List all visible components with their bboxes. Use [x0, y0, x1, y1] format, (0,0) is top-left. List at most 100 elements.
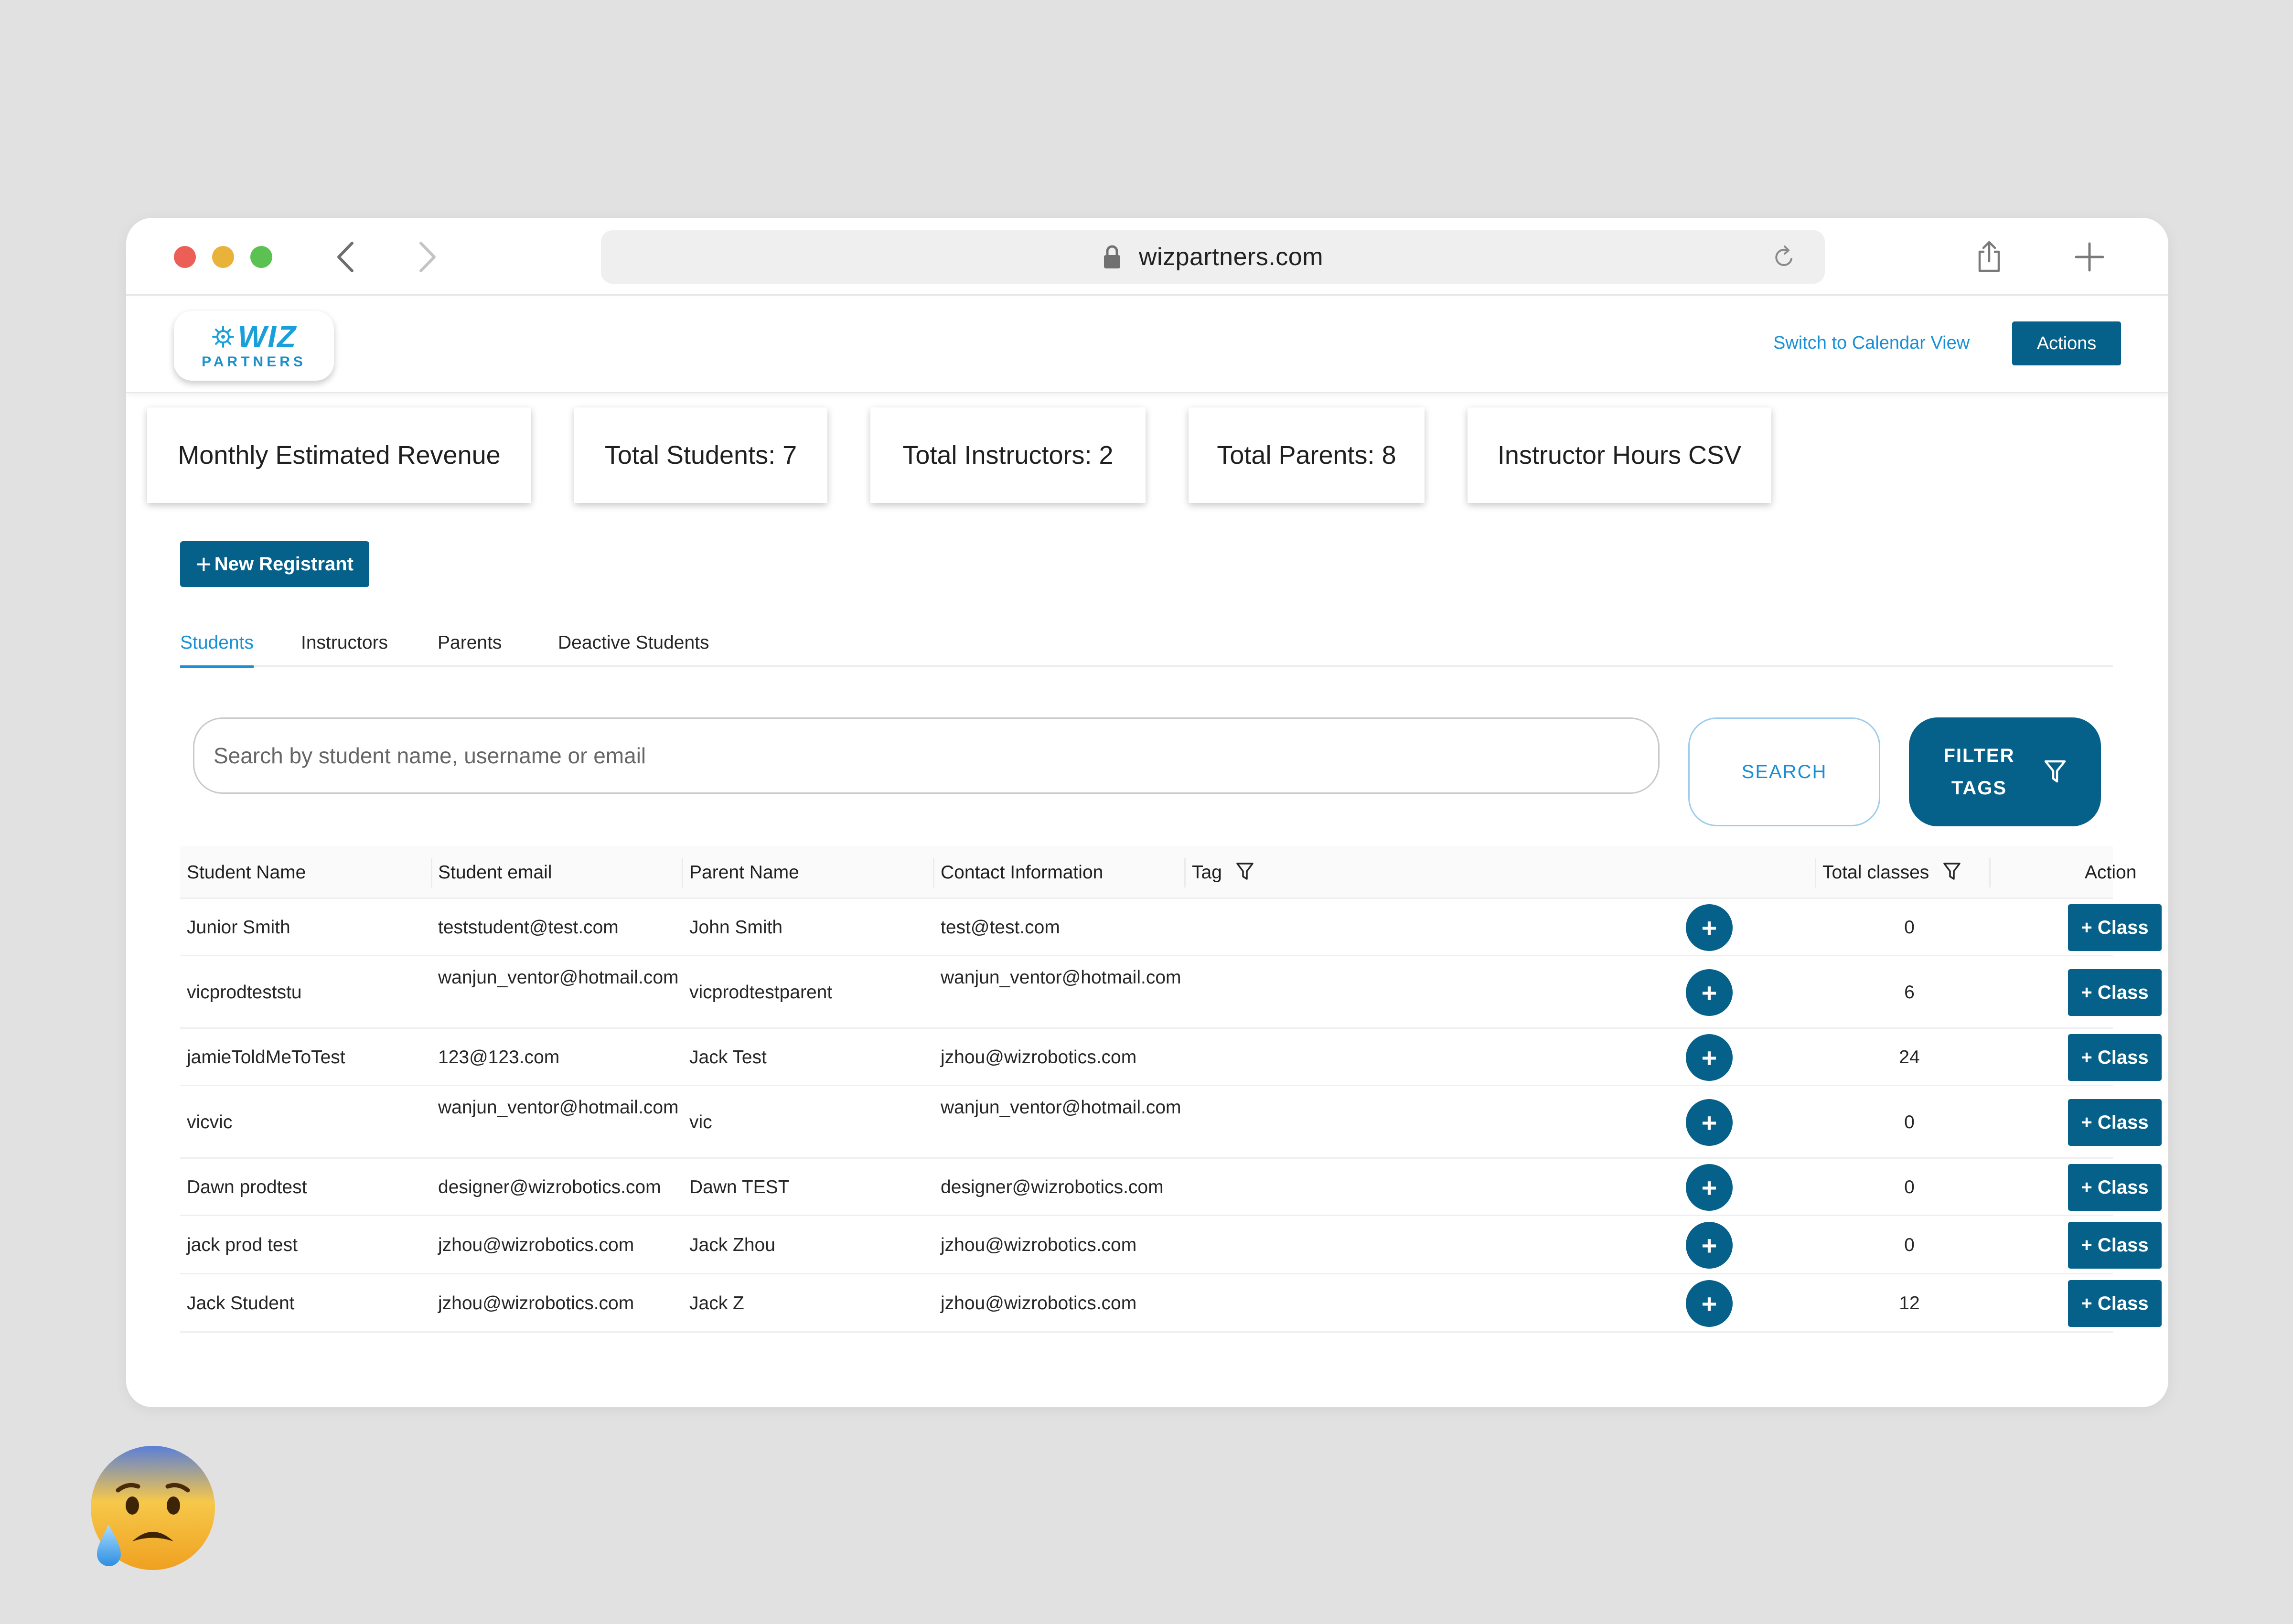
total-classes-cell: 0 — [1904, 1112, 1915, 1133]
column-header-total-classes: Total classes — [1822, 846, 1961, 899]
add-tag-button[interactable]: + — [1686, 1164, 1733, 1211]
student-name-cell: Dawn prodtest — [187, 1177, 307, 1197]
stat-card-parents[interactable]: Total Parents: 8 — [1189, 407, 1425, 503]
filter-tags-button[interactable]: FILTER TAGS — [1909, 717, 2101, 826]
student-email-cell: 123@123.com — [438, 1047, 560, 1068]
table-row: vicvic wanjun_ventor@hotmail.com vic wan… — [180, 1086, 2162, 1159]
new-registrant-label: New Registrant — [214, 553, 354, 575]
stat-card-instructor-hours-csv[interactable]: Instructor Hours CSV — [1468, 407, 1771, 503]
parent-name-cell: Jack Zhou — [689, 1235, 775, 1255]
student-email-cell: jzhou@wizrobotics.com — [438, 1235, 634, 1255]
add-tag-button[interactable]: + — [1686, 1280, 1733, 1327]
add-class-button[interactable]: + Class — [2068, 1034, 2162, 1081]
browser-window: wizpartners.com WIZ PARTNERS Switch to C… — [126, 218, 2168, 1407]
contact-information-cell: jzhou@wizrobotics.com — [941, 1047, 1137, 1068]
new-tab-button[interactable] — [2070, 238, 2109, 276]
student-name-cell: Junior Smith — [187, 917, 290, 938]
parent-name-cell: Dawn TEST — [689, 1177, 790, 1197]
student-email-cell: wanjun_ventor@hotmail.com — [438, 967, 679, 988]
table-row: Dawn prodtest designer@wizrobotics.com D… — [180, 1159, 2162, 1216]
chevron-left-icon — [337, 242, 354, 272]
lock-icon — [1104, 245, 1120, 268]
filter-icon[interactable] — [1236, 862, 1254, 881]
student-email-cell: teststudent@test.com — [438, 917, 619, 938]
add-tag-button[interactable]: + — [1686, 904, 1733, 951]
contact-information-cell: wanjun_ventor@hotmail.com — [941, 1097, 1181, 1118]
stat-card-instructors[interactable]: Total Instructors: 2 — [870, 407, 1146, 503]
contact-information-cell: wanjun_ventor@hotmail.com — [941, 967, 1181, 988]
column-divider — [1989, 858, 1991, 887]
logo-wordmark: WIZ — [237, 320, 297, 354]
new-tab-icon — [2075, 242, 2104, 272]
reload-icon[interactable] — [1772, 245, 1796, 269]
column-divider — [431, 858, 432, 887]
new-registrant-button[interactable]: + New Registrant — [180, 541, 369, 587]
add-tag-button[interactable]: + — [1686, 969, 1733, 1016]
zoom-window-button[interactable] — [250, 246, 272, 268]
table-row: vicprodteststu wanjun_ventor@hotmail.com… — [180, 956, 2162, 1029]
add-class-button[interactable]: + Class — [2068, 904, 2162, 951]
column-header-student-email: Student email — [438, 862, 552, 883]
parent-name-cell: vic — [689, 1112, 712, 1133]
robot-logo-icon — [212, 326, 234, 348]
add-class-button[interactable]: + Class — [2068, 1164, 2162, 1211]
search-button[interactable]: SEARCH — [1688, 717, 1880, 826]
total-classes-cell: 0 — [1904, 917, 1915, 938]
contact-information-cell: test@test.com — [941, 917, 1060, 938]
minimize-window-button[interactable] — [212, 246, 234, 268]
switch-to-calendar-link[interactable]: Switch to Calendar View — [1773, 333, 1970, 353]
search-input[interactable] — [193, 717, 1660, 794]
tab-parents[interactable]: Parents — [438, 629, 502, 667]
total-classes-cell: 0 — [1904, 1177, 1915, 1197]
add-tag-button[interactable]: + — [1686, 1034, 1733, 1081]
filter-tags-label-line1: FILTER — [1943, 745, 2015, 766]
close-window-button[interactable] — [174, 246, 196, 268]
column-header-parent-name: Parent Name — [689, 862, 799, 883]
actions-button[interactable]: Actions — [2012, 321, 2121, 365]
address-bar[interactable]: wizpartners.com — [601, 230, 1825, 284]
table-header: Student Name Student email Parent Name C… — [180, 846, 2136, 899]
add-class-button[interactable]: + Class — [2068, 1099, 2162, 1146]
browser-toolbar: wizpartners.com — [126, 218, 2168, 296]
add-tag-button[interactable]: + — [1686, 1099, 1733, 1146]
parent-name-cell: John Smith — [689, 917, 783, 938]
student-name-cell: Jack Student — [187, 1293, 295, 1314]
student-email-cell: jzhou@wizrobotics.com — [438, 1293, 634, 1314]
table-row: jack prod test jzhou@wizrobotics.com Jac… — [180, 1216, 2162, 1274]
tab-bar: Students Instructors Parents Deactive St… — [180, 629, 2113, 668]
total-classes-cell: 6 — [1904, 982, 1915, 1003]
table-row: Junior Smith teststudent@test.com John S… — [180, 899, 2162, 956]
tab-students[interactable]: Students — [180, 629, 254, 668]
total-classes-cell: 24 — [1899, 1047, 1920, 1068]
stat-card-revenue[interactable]: Monthly Estimated Revenue — [147, 407, 531, 503]
add-class-button[interactable]: + Class — [2068, 969, 2162, 1016]
filter-icon — [2044, 760, 2066, 783]
back-button[interactable] — [327, 238, 365, 276]
add-class-button[interactable]: + Class — [2068, 1222, 2162, 1269]
column-header-student-name: Student Name — [187, 862, 306, 883]
forward-button[interactable] — [408, 238, 446, 276]
student-name-cell: jamieToldMeToTest — [187, 1047, 345, 1068]
column-header-action: Action — [2085, 862, 2137, 883]
parent-name-cell: Jack Test — [689, 1047, 767, 1068]
add-class-button[interactable]: + Class — [2068, 1280, 2162, 1327]
student-name-cell: vicvic — [187, 1112, 233, 1133]
share-button[interactable] — [1970, 238, 2008, 276]
column-divider — [1815, 858, 1816, 887]
filter-icon[interactable] — [1943, 862, 1961, 881]
contact-information-cell: jzhou@wizrobotics.com — [941, 1293, 1137, 1314]
tab-deactive-students[interactable]: Deactive Students — [558, 629, 709, 667]
student-name-cell: jack prod test — [187, 1235, 298, 1255]
total-classes-cell: 12 — [1899, 1293, 1920, 1314]
tab-instructors[interactable]: Instructors — [301, 629, 388, 667]
wiz-partners-logo[interactable]: WIZ PARTNERS — [174, 311, 334, 381]
total-classes-cell: 0 — [1904, 1235, 1915, 1255]
column-header-total-classes-label: Total classes — [1822, 862, 1929, 883]
stat-card-students[interactable]: Total Students: 7 — [574, 407, 827, 503]
plus-icon: + — [196, 549, 212, 579]
add-tag-button[interactable]: + — [1686, 1222, 1733, 1269]
student-name-cell: vicprodteststu — [187, 982, 302, 1003]
parent-name-cell: vicprodtestparent — [689, 982, 833, 1003]
contact-information-cell: designer@wizrobotics.com — [941, 1177, 1164, 1197]
column-header-tag: Tag — [1192, 846, 1254, 899]
